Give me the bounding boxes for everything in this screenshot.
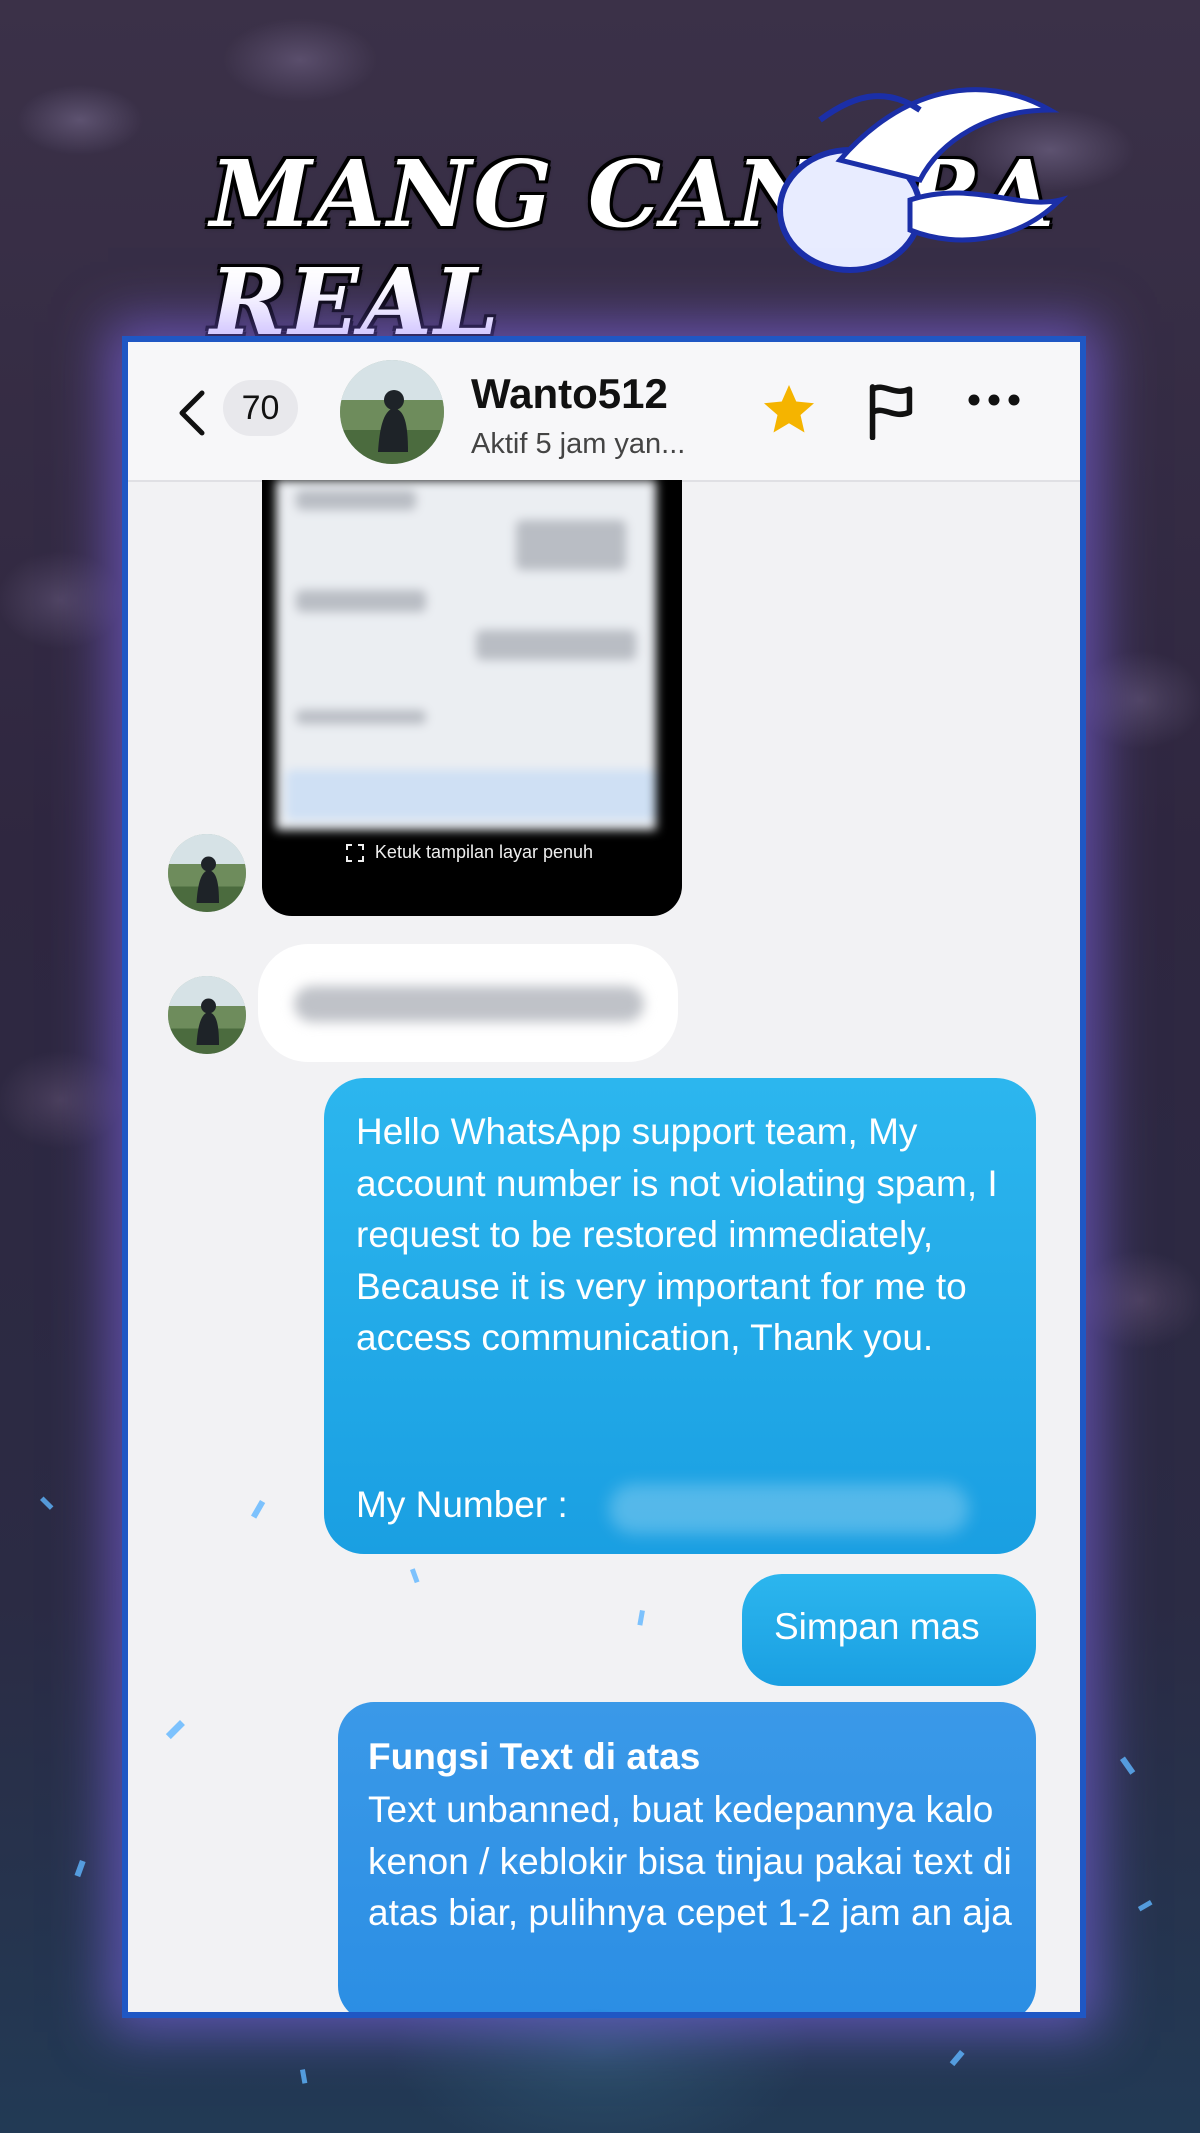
watermark-logo: MANG CANDRA REAL (0, 87, 1200, 356)
fish-emblem-icon (777, 87, 1069, 273)
flag-icon[interactable] (863, 380, 919, 440)
blurred-number (609, 1484, 969, 1534)
contact-avatar[interactable] (340, 360, 444, 464)
message-list[interactable]: Ketuk tampilan layar penuh Hello WhatsAp… (128, 480, 1080, 2012)
message-text: Text unbanned, buat kedepannya kalo keno… (368, 1789, 1012, 1933)
incoming-image-message[interactable]: Ketuk tampilan layar penuh (262, 480, 682, 916)
unread-count-badge[interactable]: 70 (223, 380, 298, 436)
sender-avatar[interactable] (168, 834, 246, 912)
outgoing-message[interactable]: Simpan mas (742, 1574, 1036, 1686)
star-icon[interactable] (758, 380, 820, 440)
back-arrow-icon[interactable] (176, 390, 206, 436)
scroll-to-bottom-button[interactable] (546, 2014, 642, 2018)
message-text: Simpan mas (774, 1606, 980, 1647)
outgoing-message[interactable]: Hello WhatsApp support team, My account … (324, 1078, 1036, 1554)
chat-window: 70 Wanto512 Aktif 5 jam yan... Ketuk tam… (122, 336, 1086, 2018)
incoming-blurred-message[interactable] (258, 944, 678, 1062)
sender-avatar[interactable] (168, 976, 246, 1054)
image-caption: Ketuk tampilan layar penuh (374, 842, 594, 862)
contact-status: Aktif 5 jam yan... (471, 428, 686, 460)
message-title: Fungsi Text di atas (368, 1736, 701, 1777)
message-text: Hello WhatsApp support team, My account … (356, 1111, 998, 1358)
contact-name[interactable]: Wanto512 (471, 370, 668, 418)
chat-header: 70 Wanto512 Aktif 5 jam yan... (128, 342, 1080, 482)
number-label: My Number : (356, 1484, 568, 1525)
outgoing-message[interactable]: Fungsi Text di atas Text unbanned, buat … (338, 1702, 1036, 2012)
blurred-screenshot (276, 480, 656, 830)
more-options-icon[interactable] (966, 390, 1022, 410)
